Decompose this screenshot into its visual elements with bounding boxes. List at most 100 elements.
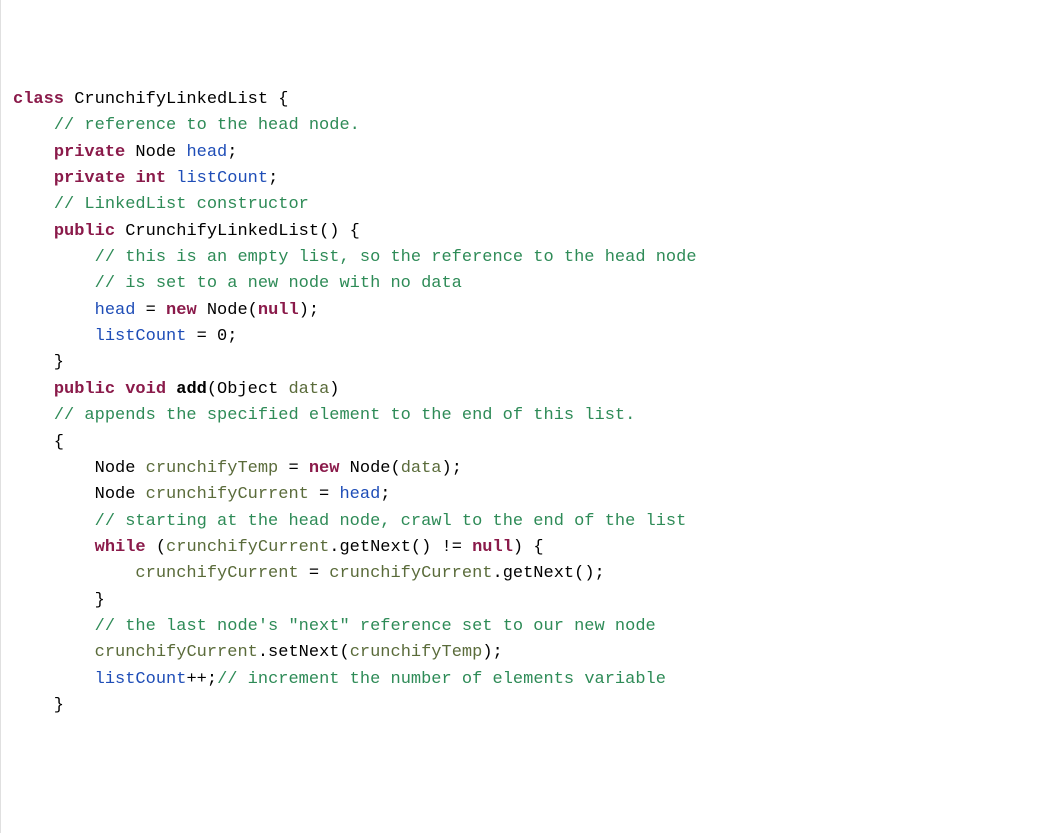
code-token: // is set to a new node with no data [95,274,462,293]
code-token: crunchifyCurrent [135,564,298,583]
code-token [13,116,54,135]
code-token: Node [125,143,186,162]
code-token: void [125,380,166,399]
code-line: // reference to the head node. [13,113,1036,139]
code-token: // increment the number of elements vari… [217,670,666,689]
code-line: } [13,350,1036,376]
code-token: data [288,380,329,399]
code-line: // this is an empty list, so the referen… [13,245,1036,271]
code-token [13,274,95,293]
code-token: new [166,301,197,320]
code-token: // reference to the head node. [54,116,360,135]
code-token: { [13,433,64,452]
code-line: public CrunchifyLinkedList() { [13,219,1036,245]
code-token [13,143,54,162]
code-line: listCount++;// increment the number of e… [13,667,1036,693]
code-token: Node [13,485,146,504]
code-line: listCount = 0; [13,324,1036,350]
code-line: } [13,588,1036,614]
code-line: private int listCount; [13,166,1036,192]
code-token: null [472,538,513,557]
code-token: = [299,564,330,583]
code-token [166,169,176,188]
code-token: new [309,459,340,478]
code-line: // the last node's "next" reference set … [13,614,1036,640]
code-token [13,512,95,531]
code-token: public [54,222,115,241]
code-token [13,538,95,557]
code-token: ; [268,169,278,188]
code-token [166,380,176,399]
code-line: // starting at the head node, crawl to t… [13,509,1036,535]
code-token: data [401,459,442,478]
code-token: } [13,591,105,610]
code-token: } [13,353,64,372]
code-token [13,670,95,689]
code-token: ); [299,301,319,320]
code-token: // appends the specified element to the … [54,406,636,425]
code-token [13,643,95,662]
code-token: crunchifyCurrent [146,485,309,504]
code-token: crunchifyTemp [350,643,483,662]
code-token: private [54,143,125,162]
code-line: class CrunchifyLinkedList { [13,87,1036,113]
code-line: // is set to a new node with no data [13,271,1036,297]
code-line: head = new Node(null); [13,298,1036,324]
code-token [115,380,125,399]
code-token: ; [227,143,237,162]
code-token: Node [13,459,146,478]
code-token: ++; [186,670,217,689]
code-token: add [176,380,207,399]
code-token: = [309,485,340,504]
code-token: class [13,90,64,109]
code-token: null [258,301,299,320]
code-token: ; [380,485,390,504]
code-line: Node crunchifyTemp = new Node(data); [13,456,1036,482]
code-token [13,248,95,267]
code-token: (Object [207,380,289,399]
code-token [13,564,135,583]
code-token: public [54,380,115,399]
code-token: ) [329,380,339,399]
code-token: ); [442,459,462,478]
code-token: CrunchifyLinkedList() { [115,222,360,241]
code-token: crunchifyTemp [146,459,279,478]
code-token [13,301,95,320]
code-token: head [186,143,227,162]
code-token: crunchifyCurrent [329,564,492,583]
code-token: ); [482,643,502,662]
code-token: private [54,169,125,188]
code-token: crunchifyCurrent [166,538,329,557]
code-token: // the last node's "next" reference set … [95,617,656,636]
code-token [125,169,135,188]
code-token: } [13,696,64,715]
code-line: crunchifyCurrent = crunchifyCurrent.getN… [13,561,1036,587]
code-token: .setNext( [258,643,350,662]
code-token: // this is an empty list, so the referen… [95,248,697,267]
code-token: listCount [176,169,268,188]
code-token: .getNext() != [329,538,472,557]
code-token: listCount [95,327,187,346]
code-line: private Node head; [13,140,1036,166]
code-line: Node crunchifyCurrent = head; [13,482,1036,508]
code-line: // appends the specified element to the … [13,403,1036,429]
code-line: public void add(Object data) [13,377,1036,403]
code-token: head [339,485,380,504]
code-line: { [13,430,1036,456]
code-line: while (crunchifyCurrent.getNext() != nul… [13,535,1036,561]
code-token: // starting at the head node, crawl to t… [95,512,687,531]
code-token: Node( [197,301,258,320]
code-token [13,169,54,188]
code-line: crunchifyCurrent.setNext(crunchifyTemp); [13,640,1036,666]
code-token: while [95,538,146,557]
code-token: crunchifyCurrent [95,643,258,662]
code-token: head [95,301,136,320]
code-token: CrunchifyLinkedList { [64,90,288,109]
code-token: int [135,169,166,188]
code-token: listCount [95,670,187,689]
code-token: .getNext(); [493,564,605,583]
code-token: ( [146,538,166,557]
code-token: // LinkedList constructor [54,195,309,214]
code-token: = [278,459,309,478]
code-token [13,617,95,636]
